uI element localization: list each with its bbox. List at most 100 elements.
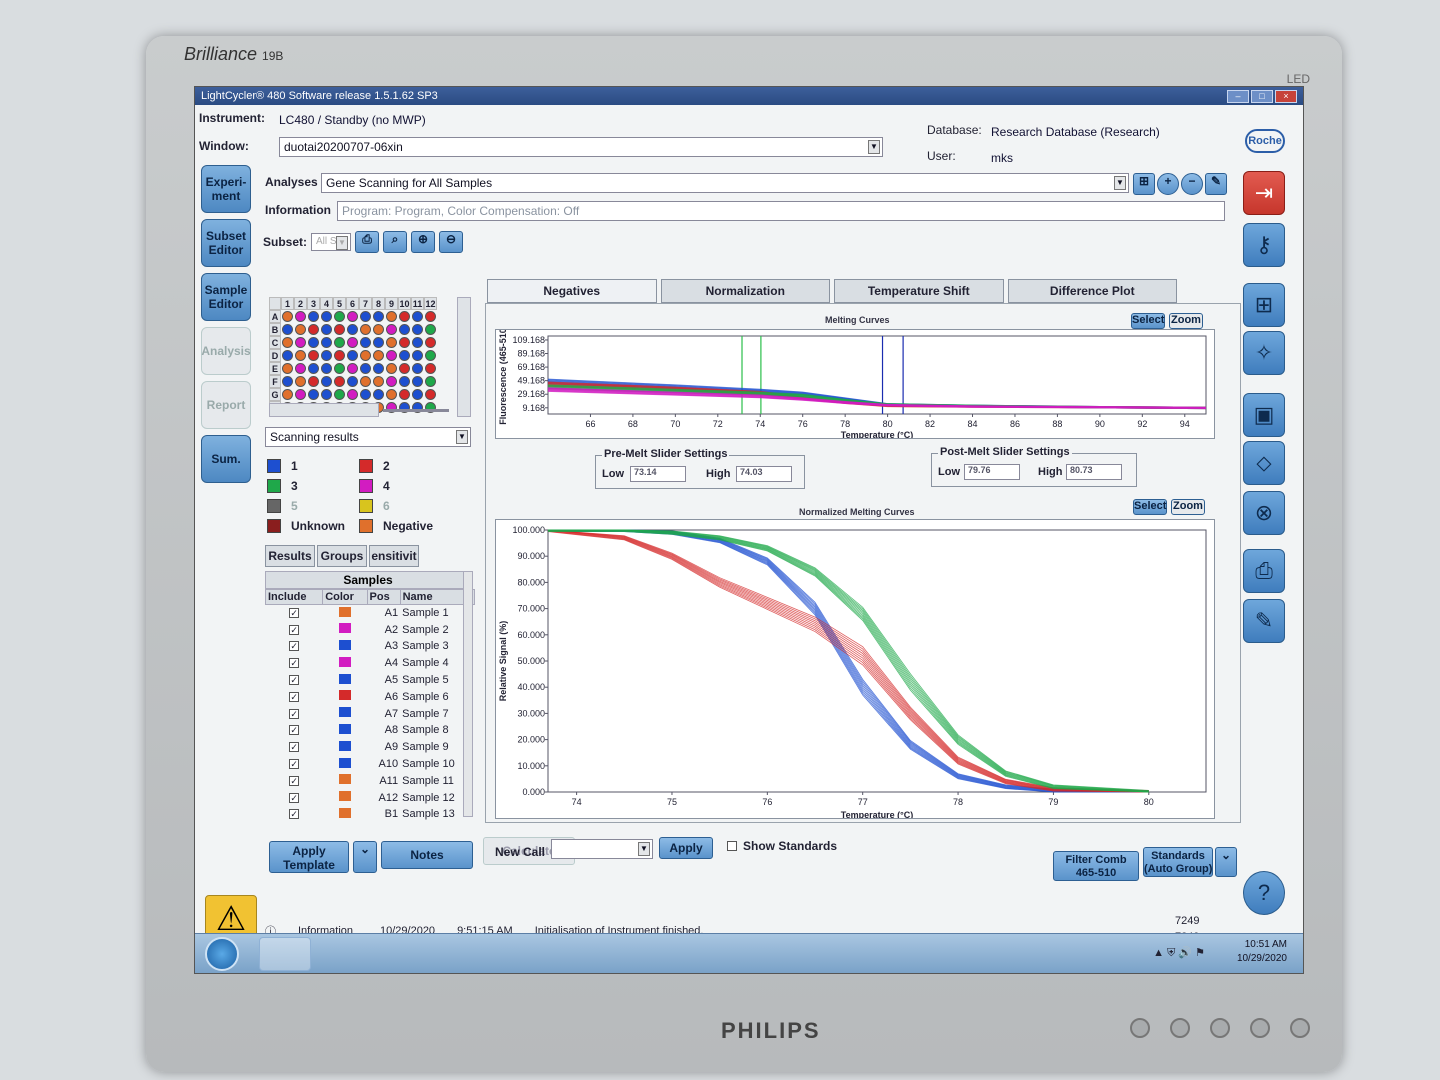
- table-row[interactable]: ✓ A7 Sample 7: [266, 705, 475, 722]
- plate-well[interactable]: [347, 389, 358, 400]
- plate-well[interactable]: [360, 311, 371, 322]
- plate-nav-bar[interactable]: [269, 403, 379, 417]
- plate-well[interactable]: [386, 311, 397, 322]
- plate-scrollbar[interactable]: [457, 297, 471, 417]
- plate-well[interactable]: [321, 363, 332, 374]
- chevron-down-icon[interactable]: ▼: [1114, 176, 1126, 190]
- plate-well[interactable]: [334, 376, 345, 387]
- monitor-button[interactable]: [1130, 1018, 1150, 1038]
- include-cell[interactable]: ✓: [266, 772, 323, 789]
- maximize-button[interactable]: □: [1251, 89, 1273, 103]
- pre-high-input[interactable]: 74.03: [736, 466, 792, 482]
- plate-well[interactable]: [360, 337, 371, 348]
- plate-col-header[interactable]: 5: [333, 297, 346, 310]
- power-button[interactable]: [1290, 1018, 1310, 1038]
- plate-well[interactable]: [412, 324, 423, 335]
- plate-well[interactable]: [308, 389, 319, 400]
- melting-select-button[interactable]: Select: [1131, 313, 1165, 329]
- plate-well[interactable]: [373, 389, 384, 400]
- legend-item[interactable]: Negative: [359, 519, 433, 533]
- table-row[interactable]: ✓ A5 Sample 5: [266, 672, 475, 689]
- apply-button[interactable]: Apply: [659, 837, 713, 859]
- table-row[interactable]: ✓ A1 Sample 1: [266, 605, 475, 622]
- plate-well[interactable]: [321, 350, 332, 361]
- plate-well[interactable]: [295, 363, 306, 374]
- table-row[interactable]: ✓ B1 Sample 13: [266, 806, 475, 823]
- plate-well[interactable]: [425, 376, 436, 387]
- plate-well[interactable]: [386, 337, 397, 348]
- tab-difference-plot[interactable]: Difference Plot: [1007, 279, 1177, 303]
- print-icon[interactable]: ⎙: [1243, 549, 1285, 593]
- window-select[interactable]: duotai20200707-06xin ▼: [279, 137, 883, 157]
- chevron-down-icon[interactable]: ▼: [456, 430, 468, 444]
- plate-well[interactable]: [334, 389, 345, 400]
- normalized-curves-chart[interactable]: 100.000 90.000 80.000 70.000 60.000 50.000 40.…: [495, 519, 1215, 819]
- plate-well[interactable]: [425, 311, 436, 322]
- plate-well[interactable]: [412, 337, 423, 348]
- plate-well[interactable]: [334, 324, 345, 335]
- pre-low-input[interactable]: 73.14: [630, 466, 686, 482]
- plate-well[interactable]: [321, 376, 332, 387]
- tab-normalization[interactable]: Normalization: [660, 279, 830, 303]
- include-cell[interactable]: ✓: [266, 722, 323, 739]
- include-cell[interactable]: ✓: [266, 638, 323, 655]
- monitor-button[interactable]: [1170, 1018, 1190, 1038]
- cancel-icon[interactable]: ⊗: [1243, 491, 1285, 535]
- plate-well[interactable]: [386, 350, 397, 361]
- plate-slider[interactable]: [383, 409, 449, 412]
- plate-well[interactable]: [360, 389, 371, 400]
- tab-results[interactable]: Results: [265, 545, 315, 567]
- plate-well[interactable]: [308, 311, 319, 322]
- minimize-button[interactable]: –: [1227, 89, 1249, 103]
- normalized-zoom-button[interactable]: Zoom: [1171, 499, 1205, 515]
- plate-well[interactable]: [399, 311, 410, 322]
- plate-well[interactable]: [321, 389, 332, 400]
- plate-col-header[interactable]: 9: [385, 297, 398, 310]
- zoom-icon[interactable]: ⌕: [383, 231, 407, 253]
- plate-well[interactable]: [282, 376, 293, 387]
- new-call-select[interactable]: ▼: [551, 839, 653, 859]
- nav-sample-editor[interactable]: Sample Editor: [201, 273, 251, 321]
- print-icon[interactable]: ⎙: [355, 231, 379, 253]
- checkbox[interactable]: [727, 841, 737, 851]
- col-include[interactable]: Include: [264, 589, 324, 605]
- plate-well[interactable]: [412, 350, 423, 361]
- tray-icons[interactable]: ▲ ⛨ 🔊 ⚑: [1153, 946, 1205, 960]
- legend-item[interactable]: 4: [359, 479, 390, 493]
- nav-experiment[interactable]: Experi- ment: [201, 165, 251, 213]
- table-row[interactable]: ✓ A11 Sample 11: [266, 772, 475, 789]
- plate-well[interactable]: [373, 324, 384, 335]
- melting-zoom-button[interactable]: Zoom: [1169, 313, 1203, 329]
- plate-well[interactable]: [347, 311, 358, 322]
- plate-well[interactable]: [308, 337, 319, 348]
- plate-well[interactable]: [282, 324, 293, 335]
- normalized-select-button[interactable]: Select: [1133, 499, 1167, 515]
- plate-well[interactable]: [334, 350, 345, 361]
- checkbox[interactable]: ✓: [289, 775, 300, 786]
- include-cell[interactable]: ✓: [266, 605, 323, 622]
- plate-col-header[interactable]: 12: [424, 297, 437, 310]
- chevron-down-icon[interactable]: ⌄: [353, 841, 377, 873]
- remove-analysis-icon[interactable]: −: [1181, 173, 1203, 195]
- col-color[interactable]: Color: [322, 589, 368, 605]
- close-button[interactable]: ×: [1275, 89, 1297, 103]
- plate-well[interactable]: [399, 337, 410, 348]
- table-row[interactable]: ✓ A3 Sample 3: [266, 638, 475, 655]
- plate-corner[interactable]: [269, 297, 281, 310]
- legend-item[interactable]: 1: [267, 459, 298, 473]
- key-icon[interactable]: ⚷: [1243, 223, 1285, 267]
- checkbox[interactable]: ✓: [289, 759, 300, 770]
- plate-well[interactable]: [360, 376, 371, 387]
- plate-row-header[interactable]: A: [269, 310, 281, 323]
- plate-well[interactable]: [373, 350, 384, 361]
- checkbox[interactable]: ✓: [289, 608, 300, 619]
- plate-well[interactable]: [425, 337, 436, 348]
- table-row[interactable]: ✓ A2 Sample 2: [266, 621, 475, 638]
- plate-col-header[interactable]: 1: [281, 297, 294, 310]
- plate-row-header[interactable]: D: [269, 349, 281, 362]
- plate-well[interactable]: [347, 376, 358, 387]
- include-cell[interactable]: ✓: [266, 739, 323, 756]
- plate-col-header[interactable]: 11: [411, 297, 424, 310]
- table-row[interactable]: ✓ A12 Sample 12: [266, 789, 475, 806]
- legend-item[interactable]: 2: [359, 459, 390, 473]
